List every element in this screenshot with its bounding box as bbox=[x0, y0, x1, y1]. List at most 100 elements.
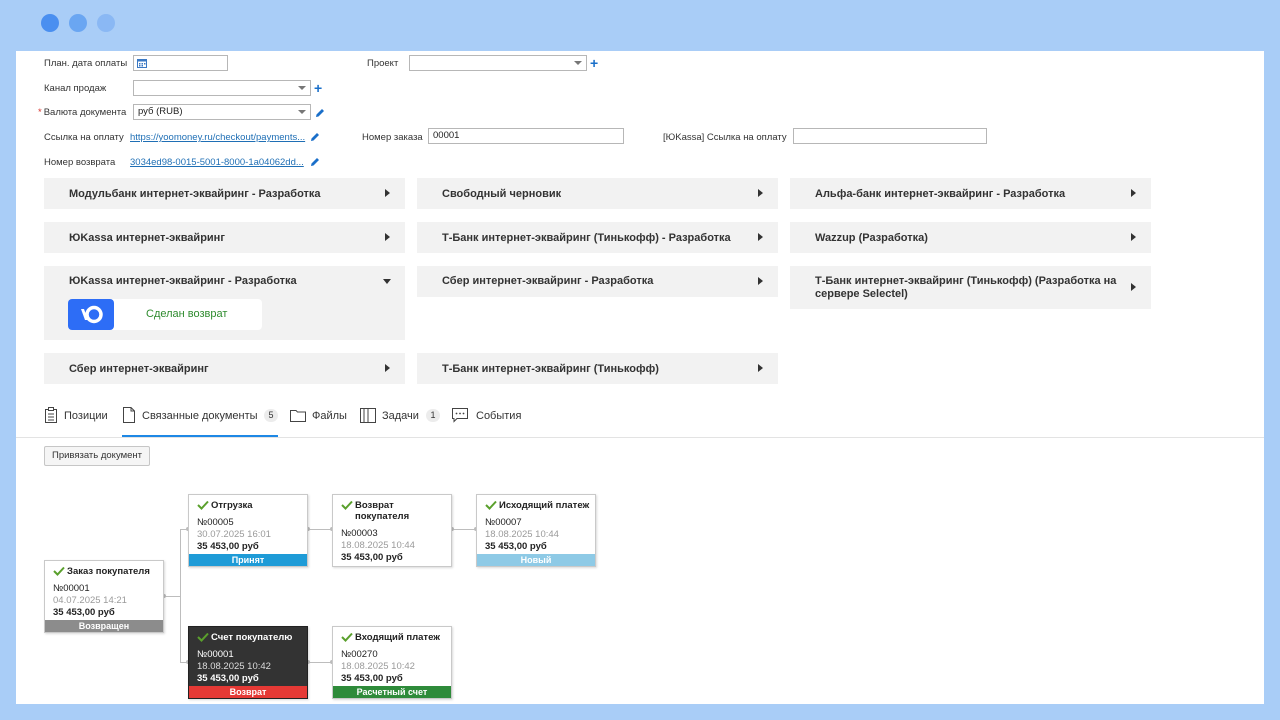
chevron-right-icon bbox=[385, 233, 390, 241]
chat-events-icon bbox=[452, 408, 468, 423]
payment-card-title: Сбер интернет-эквайринг - Разработка bbox=[442, 275, 654, 287]
window-minimize-dot[interactable] bbox=[69, 14, 87, 32]
doc-number: №00003 bbox=[341, 528, 378, 539]
add-project-plus-icon[interactable]: + bbox=[590, 56, 598, 70]
connector-line bbox=[308, 529, 332, 530]
refund-number-link[interactable]: 3034ed98-0015-5001-8000-1a04062dd... bbox=[130, 157, 304, 168]
check-icon bbox=[197, 632, 209, 642]
payment-card-modulbank-dev[interactable]: Модульбанк интернет-эквайринг - Разработ… bbox=[44, 178, 405, 209]
doc-card-shipment[interactable]: Отгрузка №00005 30.07.2025 16:01 35 453,… bbox=[188, 494, 308, 567]
chevron-right-icon bbox=[758, 233, 763, 241]
doc-title: Возврат покупателя bbox=[355, 500, 410, 522]
plan-date-label: План. дата оплаты bbox=[44, 58, 128, 69]
doc-card-customer-order[interactable]: Заказ покупателя №00001 04.07.2025 14:21… bbox=[44, 560, 164, 633]
edit-currency-pencil-icon[interactable] bbox=[315, 108, 325, 118]
doc-status-bar: Возврат bbox=[189, 686, 307, 698]
currency-select[interactable]: руб (RUB) bbox=[133, 104, 311, 120]
check-icon bbox=[341, 500, 353, 510]
tab-label: Связанные документы bbox=[142, 410, 258, 422]
doc-title: Входящий платеж bbox=[355, 632, 440, 643]
doc-card-incoming-payment[interactable]: Входящий платеж №00270 18.08.2025 10:42 … bbox=[332, 626, 452, 699]
yk-link-label: [ЮKassa] Ссылка на оплату bbox=[663, 132, 787, 143]
payment-card-title: Альфа-банк интернет-эквайринг - Разработ… bbox=[815, 188, 1066, 200]
payment-link-label: Ссылка на оплату bbox=[44, 132, 124, 143]
doc-status-bar: Принят bbox=[189, 554, 307, 566]
project-select[interactable] bbox=[409, 55, 587, 71]
payment-card-title: Сбер интернет-эквайринг bbox=[69, 363, 209, 375]
check-icon bbox=[197, 500, 209, 510]
order-number-input[interactable]: 00001 bbox=[428, 128, 624, 144]
window-maximize-dot[interactable] bbox=[97, 14, 115, 32]
doc-title: Заказ покупателя bbox=[67, 566, 150, 577]
connector-line bbox=[452, 529, 476, 530]
tab-label: Задачи bbox=[382, 410, 419, 422]
payment-card-title: Свободный черновик bbox=[442, 188, 562, 200]
payment-card-tbank-selectel[interactable]: Т-Банк интернет-эквайринг (Тинькофф) (Ра… bbox=[790, 266, 1151, 309]
tab-count-badge: 1 bbox=[426, 409, 440, 422]
doc-date: 30.07.2025 16:01 bbox=[197, 529, 271, 540]
chevron-down-icon bbox=[298, 110, 306, 114]
edit-payment-link-pencil-icon[interactable] bbox=[310, 132, 320, 142]
window-close-dot[interactable] bbox=[41, 14, 59, 32]
calendar-icon[interactable] bbox=[137, 58, 147, 68]
doc-amount: 35 453,00 руб bbox=[341, 552, 403, 563]
payment-card-sber-dev[interactable]: Сбер интернет-эквайринг - Разработка bbox=[417, 266, 778, 297]
chevron-right-icon bbox=[758, 364, 763, 372]
clipboard-list-icon bbox=[45, 407, 57, 423]
chevron-down-icon bbox=[383, 279, 391, 284]
doc-card-outgoing-payment[interactable]: Исходящий платеж №00007 18.08.2025 10:44… bbox=[476, 494, 596, 567]
payment-card-title: Модульбанк интернет-эквайринг - Разработ… bbox=[69, 188, 321, 200]
tasks-book-icon bbox=[360, 408, 376, 423]
edit-refund-pencil-icon[interactable] bbox=[310, 157, 320, 167]
payment-card-title: Т-Банк интернет-эквайринг (Тинькофф) - Р… bbox=[442, 232, 731, 244]
payment-card-tbank[interactable]: Т-Банк интернет-эквайринг (Тинькофф) bbox=[417, 353, 778, 384]
doc-amount: 35 453,00 руб bbox=[197, 541, 259, 552]
payment-card-yukassa-dev-expanded[interactable]: ЮKassa интернет-эквайринг - Разработка С… bbox=[44, 266, 405, 340]
chevron-right-icon bbox=[758, 189, 763, 197]
chevron-right-icon bbox=[1131, 189, 1136, 197]
tab-label: События bbox=[476, 410, 522, 422]
doc-card-customer-invoice[interactable]: Счет покупателю №00001 18.08.2025 10:42 … bbox=[188, 626, 308, 699]
attach-document-button[interactable]: Привязать документ bbox=[44, 446, 150, 466]
sales-channel-select[interactable] bbox=[133, 80, 311, 96]
doc-number: №00001 bbox=[197, 649, 234, 660]
payment-card-title: ЮKassa интернет-эквайринг bbox=[69, 232, 225, 244]
doc-date: 18.08.2025 10:44 bbox=[341, 540, 415, 551]
chevron-right-icon bbox=[758, 277, 763, 285]
doc-card-customer-return[interactable]: Возврат покупателя №00003 18.08.2025 10:… bbox=[332, 494, 452, 567]
payment-card-yukassa[interactable]: ЮKassa интернет-эквайринг bbox=[44, 222, 405, 253]
check-icon bbox=[341, 632, 353, 642]
chevron-right-icon bbox=[1131, 283, 1136, 291]
doc-date: 18.08.2025 10:42 bbox=[197, 661, 271, 672]
chevron-down-icon bbox=[298, 86, 306, 90]
chevron-right-icon bbox=[385, 364, 390, 372]
doc-title: Счет покупателю bbox=[211, 632, 293, 643]
plan-date-input[interactable] bbox=[133, 55, 228, 71]
yukassa-logo-icon bbox=[68, 299, 114, 330]
payment-card-alfabank-dev[interactable]: Альфа-банк интернет-эквайринг - Разработ… bbox=[790, 178, 1151, 209]
doc-number: №00001 bbox=[53, 583, 90, 594]
payment-card-title: Т-Банк интернет-эквайринг (Тинькофф) bbox=[442, 363, 659, 375]
connector-line bbox=[308, 662, 332, 663]
payment-card-free-draft[interactable]: Свободный черновик bbox=[417, 178, 778, 209]
doc-number: №00005 bbox=[197, 517, 234, 528]
payment-card-tbank-dev[interactable]: Т-Банк интернет-эквайринг (Тинькофф) - Р… bbox=[417, 222, 778, 253]
app-window: План. дата оплаты Проект + Канал продаж … bbox=[16, 51, 1264, 704]
payment-link[interactable]: https://yoomoney.ru/checkout/payments... bbox=[130, 132, 305, 143]
currency-label: * Валюта документа bbox=[38, 107, 126, 118]
refund-status-text: Сделан возврат bbox=[146, 308, 228, 320]
doc-amount: 35 453,00 руб bbox=[53, 607, 115, 618]
add-sales-channel-plus-icon[interactable]: + bbox=[314, 81, 322, 95]
connector-line bbox=[180, 529, 181, 662]
payment-card-sber[interactable]: Сбер интернет-эквайринг bbox=[44, 353, 405, 384]
doc-date: 18.08.2025 10:44 bbox=[485, 529, 559, 540]
chevron-down-icon bbox=[574, 61, 582, 65]
yk-link-input[interactable] bbox=[793, 128, 987, 144]
chevron-right-icon bbox=[385, 189, 390, 197]
doc-number: №00007 bbox=[485, 517, 522, 528]
required-asterisk: * bbox=[38, 107, 42, 118]
chevron-right-icon bbox=[1131, 233, 1136, 241]
payment-card-wazzup-dev[interactable]: Wazzup (Разработка) bbox=[790, 222, 1151, 253]
payment-card-title: ЮKassa интернет-эквайринг - Разработка bbox=[69, 275, 297, 287]
tab-count-badge: 5 bbox=[264, 409, 278, 422]
